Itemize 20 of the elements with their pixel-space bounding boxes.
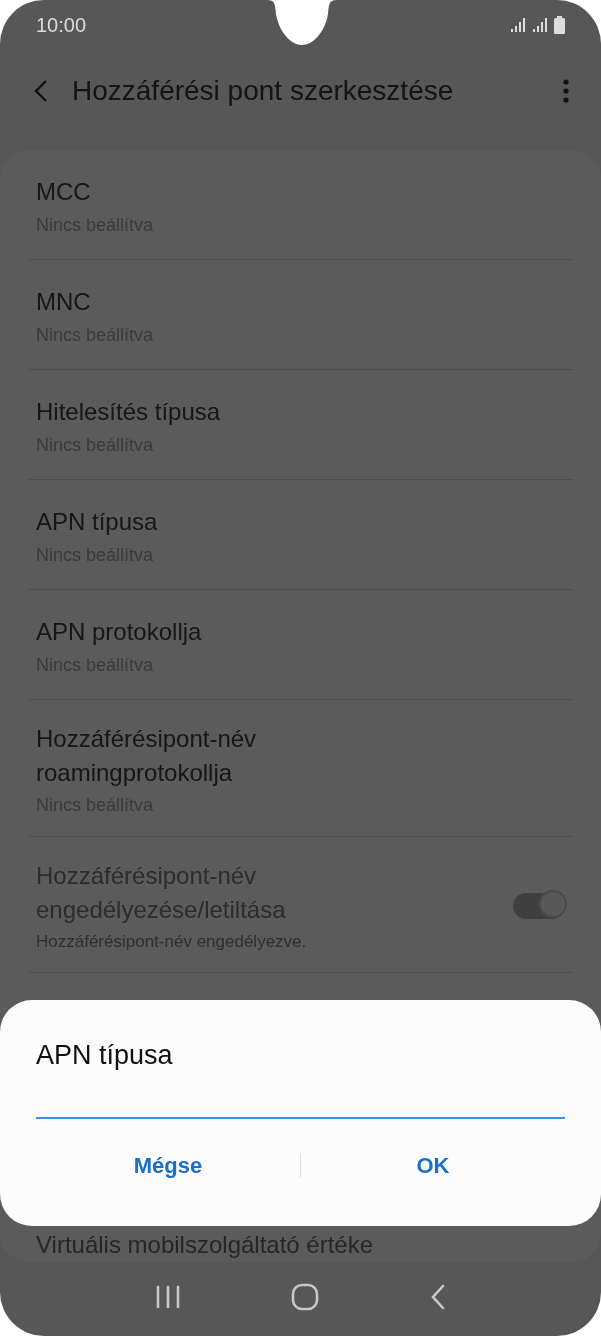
item-title: APN protokollja [36, 617, 203, 648]
dialog-button[interactable]: OK [301, 1143, 565, 1189]
back-icon [34, 79, 48, 103]
status-time: 10:00 [36, 13, 87, 37]
battery-icon [554, 16, 565, 34]
recent-apps-icon[interactable] [155, 1285, 182, 1309]
signal-icon [532, 17, 548, 33]
item-title: MCC [36, 177, 92, 208]
page-title: Hozzáférési pont szerkesztése [72, 75, 455, 107]
item-title: Hozzáférésipont-név roamingprotokollja [36, 724, 258, 788]
item-title: APN típusa [36, 507, 159, 538]
item-title: Hitelesítés típusa [36, 397, 222, 428]
more-icon [563, 79, 569, 103]
home-icon[interactable] [291, 1283, 320, 1311]
back-icon[interactable] [429, 1284, 446, 1310]
item-title: MNC [36, 287, 92, 318]
dialog-button[interactable]: Mégse [36, 1143, 300, 1189]
dialog-title: APN típusa [36, 1040, 174, 1071]
signal-icon [510, 17, 526, 33]
camera-notch [267, 0, 337, 46]
